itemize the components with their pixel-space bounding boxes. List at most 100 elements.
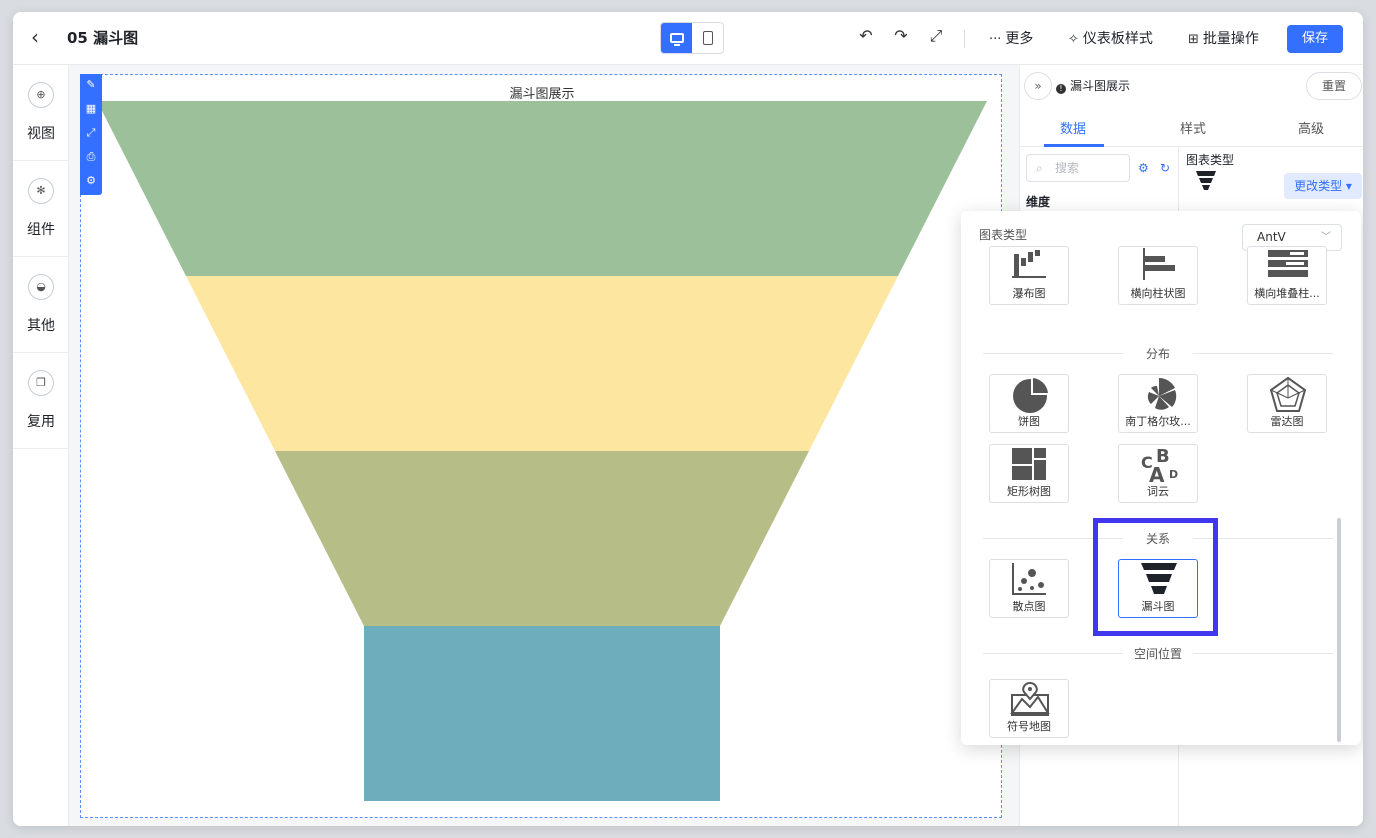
funnel-chart-icon	[1196, 171, 1216, 190]
horizontal-stacked-bar-icon	[1268, 250, 1308, 277]
section-distribution: 分布	[983, 345, 1333, 361]
panel-tabs: 数据 样式 高级	[1020, 107, 1363, 147]
funnel-chart	[97, 101, 987, 801]
svg-text:D: D	[1169, 468, 1178, 481]
more-button[interactable]: ··· 更多	[989, 28, 1033, 48]
field-search-input[interactable]: ⌕ 搜索	[1026, 154, 1130, 182]
back-arrow-icon[interactable]: ‹	[31, 26, 53, 48]
section-spatial: 空间位置	[983, 645, 1333, 661]
gear-icon: ✻	[28, 178, 54, 204]
selection-highlight	[1093, 518, 1218, 636]
copy-icon: ❐	[28, 370, 54, 396]
rail-item-reuse[interactable]: ❐ 复用	[13, 353, 69, 449]
waterfall-chart-icon	[1012, 250, 1046, 278]
funnel-stage-3[interactable]	[275, 451, 809, 626]
chart-option-pie[interactable]: 饼图	[989, 374, 1069, 433]
dimension-label: 维度	[1026, 195, 1051, 209]
batch-operation-button[interactable]: ⊞ 批量操作	[1188, 28, 1259, 48]
popup-title: 图表类型	[979, 228, 1028, 242]
tab-data[interactable]: 数据	[1060, 118, 1086, 137]
rail-label: 其他	[27, 318, 55, 334]
chart-option-word-cloud[interactable]: C B A D 词云	[1118, 444, 1198, 503]
rail-item-other[interactable]: ◒ 其他	[13, 257, 69, 353]
settings-small-icon[interactable]: ⚙	[1138, 161, 1149, 175]
chart-widget[interactable]: 漏斗图展示	[80, 74, 1002, 818]
reset-button[interactable]: 重置	[1306, 72, 1362, 100]
rose-chart-icon	[1147, 378, 1177, 410]
tab-style[interactable]: 样式	[1180, 118, 1206, 137]
pie-chart-icon	[1013, 378, 1048, 413]
horizontal-bar-icon	[1143, 248, 1175, 280]
cup-icon: ◒	[28, 274, 54, 300]
chart-option-label: 南丁格尔玫...	[1125, 415, 1191, 428]
settings-icon[interactable]: ⚙	[84, 174, 98, 188]
chart-option-label: 符号地图	[1007, 720, 1051, 733]
chart-option-horizontal-stacked-bar[interactable]: 横向堆叠柱...	[1247, 246, 1327, 305]
collapse-panel-icon[interactable]: »	[1024, 72, 1052, 100]
export-icon[interactable]: ⎙	[84, 150, 98, 164]
rail-item-view[interactable]: ⊕ 视图	[13, 65, 69, 161]
active-tab-indicator	[1044, 144, 1104, 147]
more-label: 更多	[1005, 31, 1034, 47]
funnel-stage-4[interactable]	[364, 626, 720, 801]
treemap-icon	[1012, 448, 1046, 480]
funnel-stage-1[interactable]	[97, 101, 987, 276]
chart-option-horizontal-bar[interactable]: 横向柱状图	[1118, 246, 1198, 305]
plus-circle-icon: ⊕	[28, 82, 54, 108]
desktop-view-button[interactable]	[661, 23, 692, 53]
dashboard-style-button[interactable]: ✧ 仪表板样式	[1068, 28, 1153, 48]
panel-chart-name-text: 漏斗图展示	[1070, 79, 1131, 93]
info-icon: !	[1056, 84, 1066, 94]
fullscreen-icon[interactable]: ⤢	[926, 26, 946, 46]
chart-option-label: 饼图	[1018, 415, 1040, 428]
canvas-area: 漏斗图展示 ✎ ▦ ⤢ ⎙ ⚙	[69, 65, 1019, 826]
chart-library-value: AntV	[1257, 230, 1286, 244]
chart-type-popup: 图表类型 AntV ﹀ 瀑布图 横向柱状图 横向堆叠柱... 分布 饼图 南丁格…	[961, 211, 1361, 745]
refresh-icon[interactable]: ↻	[1160, 161, 1170, 175]
app-window: ‹ 05 漏斗图 ↶ ↷ ⤢ ··· 更多 ✧ 仪表板样式 ⊞ 批量操作 保存 ⊕ 视…	[13, 12, 1363, 826]
chart-option-label: 散点图	[1012, 600, 1046, 613]
monitor-icon	[669, 33, 684, 46]
rail-label: 复用	[27, 414, 55, 430]
chart-option-nightingale-rose[interactable]: 南丁格尔玫...	[1118, 374, 1198, 433]
undo-icon[interactable]: ↶	[856, 26, 876, 45]
tab-advanced[interactable]: 高级	[1298, 118, 1324, 137]
grid-icon: ⊞	[1188, 32, 1199, 47]
top-bar: ‹ 05 漏斗图 ↶ ↷ ⤢ ··· 更多 ✧ 仪表板样式 ⊞ 批量操作 保存	[13, 12, 1363, 65]
magic-wand-icon: ✧	[1068, 32, 1079, 47]
funnel-stage-2[interactable]	[186, 276, 898, 451]
popup-scrollbar[interactable]	[1337, 518, 1341, 742]
rail-item-component[interactable]: ✻ 组件	[13, 161, 69, 257]
chart-option-radar[interactable]: 雷达图	[1247, 374, 1327, 433]
ellipsis-icon: ···	[989, 32, 1002, 47]
chart-option-scatter[interactable]: 散点图	[989, 559, 1069, 618]
chart-option-symbol-map[interactable]: 符号地图	[989, 679, 1069, 738]
chart-option-label: 瀑布图	[1012, 287, 1046, 300]
map-pin-icon	[1010, 681, 1050, 716]
batch-operation-label: 批量操作	[1202, 31, 1259, 47]
chart-option-waterfall[interactable]: 瀑布图	[989, 246, 1069, 305]
rail-label: 视图	[27, 126, 55, 142]
page-title: 05 漏斗图	[67, 29, 139, 47]
chart-option-label: 词云	[1147, 485, 1169, 498]
chart-option-label: 雷达图	[1270, 415, 1304, 428]
word-cloud-icon: C B A D	[1141, 446, 1178, 486]
left-rail: ⊕ 视图 ✻ 组件 ◒ 其他 ❐ 复用	[13, 65, 69, 826]
widget-toolstrip: ✎ ▦ ⤢ ⎙ ⚙	[80, 74, 102, 195]
device-toggle	[660, 22, 724, 54]
search-icon: ⌕	[1036, 161, 1043, 175]
data-grid-icon[interactable]: ▦	[84, 102, 98, 116]
toolbar-divider	[964, 30, 965, 48]
scatter-chart-icon	[1012, 563, 1046, 595]
chart-type-label: 图表类型	[1186, 153, 1235, 167]
chart-option-treemap[interactable]: 矩形树图	[989, 444, 1069, 503]
redo-icon[interactable]: ↷	[891, 26, 911, 45]
save-button[interactable]: 保存	[1287, 25, 1343, 53]
change-type-button[interactable]: 更改类型 ▾	[1284, 173, 1362, 199]
edit-icon[interactable]: ✎	[84, 78, 98, 92]
expand-icon[interactable]: ⤢	[84, 126, 98, 140]
chart-option-label: 横向堆叠柱...	[1254, 287, 1320, 300]
chart-option-label: 矩形树图	[1007, 485, 1051, 498]
tablet-icon	[702, 31, 713, 45]
mobile-view-button[interactable]	[692, 23, 723, 53]
